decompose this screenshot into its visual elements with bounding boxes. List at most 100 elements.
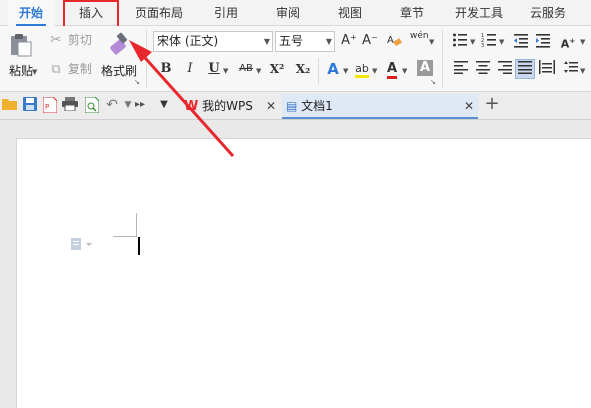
highlight-button[interactable]: ab <box>353 60 371 78</box>
paragraph-layout-icon[interactable] <box>71 237 97 251</box>
font-size-select[interactable]: 五号 ▼ <box>275 31 335 52</box>
document-area <box>0 120 591 408</box>
tab-review[interactable]: 审阅 <box>262 0 314 26</box>
format-painter-label: 格式刷 <box>100 64 137 78</box>
tab-home[interactable]: 开始 <box>8 0 54 26</box>
line-spacing-button[interactable] <box>562 60 580 78</box>
format-painter-icon <box>110 32 128 55</box>
svg-text:P: P <box>45 103 49 111</box>
tab-cloud-services[interactable]: 云服务 <box>520 0 576 26</box>
subscript-button[interactable]: X₂ <box>294 60 312 78</box>
tab-references[interactable]: 引用 <box>200 0 252 26</box>
cut-button[interactable]: ✂ 剪切 <box>48 30 98 50</box>
margin-corner-mark <box>113 213 137 237</box>
align-right-icon <box>498 61 512 74</box>
numbered-list-icon: 123 <box>481 33 496 49</box>
tab-my-wps-label: 我的WPS <box>202 99 253 113</box>
phonetic-guide-button[interactable]: wén <box>410 31 429 49</box>
export-pdf-icon[interactable]: P <box>42 96 58 114</box>
phonetic-guide-glyph: wén <box>410 31 429 41</box>
align-right-button[interactable] <box>496 60 514 78</box>
chevron-down-icon: ▼ <box>263 37 270 46</box>
clear-format-button[interactable]: A <box>385 32 403 50</box>
decrease-indent-button[interactable] <box>512 32 530 50</box>
justify-button[interactable] <box>515 59 535 79</box>
numbered-list-button[interactable]: 123 <box>480 32 498 50</box>
ribbon-separator <box>442 30 443 88</box>
font-dialog-launcher-icon[interactable]: ↘ <box>430 78 436 86</box>
print-icon[interactable] <box>62 97 78 113</box>
close-icon[interactable]: ✕ <box>464 94 474 118</box>
copy-icon: ⧉ <box>51 62 61 77</box>
line-spacing-dropdown-icon[interactable]: ▼ <box>580 67 585 75</box>
tab-document-1-label: 文档1 <box>301 99 333 113</box>
tab-document-1[interactable]: ▤ 文档1 ✕ <box>282 94 478 119</box>
numbered-list-dropdown-icon[interactable]: ▼ <box>499 38 504 46</box>
copy-button[interactable]: ⧉ 复制 <box>48 59 98 79</box>
new-tab-button[interactable]: + <box>484 95 500 113</box>
close-icon[interactable]: ✕ <box>266 94 276 118</box>
clipboard-dialog-launcher-icon[interactable]: ↘ <box>134 78 140 86</box>
tab-view[interactable]: 视图 <box>324 0 376 26</box>
distributed-align-button[interactable] <box>538 60 556 78</box>
bullet-list-icon <box>453 33 467 47</box>
tab-chapter[interactable]: 章节 <box>386 0 438 26</box>
copy-label: 复制 <box>67 62 92 76</box>
phonetic-dropdown-icon[interactable]: ▼ <box>429 38 434 46</box>
tab-page-layout[interactable]: 页面布局 <box>128 0 190 26</box>
ribbon-toolbar: 粘贴 ▼ ✂ 剪切 ⧉ 复制 格式刷 ↘ 宋体 (正文) ▼ 五号 ▼ A⁺ A… <box>0 26 591 92</box>
text-direction-button[interactable]: A+ <box>559 32 577 51</box>
shrink-font-button[interactable]: A⁻ <box>361 32 379 50</box>
font-name-select[interactable]: 宋体 (正文) ▼ <box>153 31 273 52</box>
more-commands-icon[interactable]: ▸▸ <box>132 97 148 113</box>
document-icon: ▤ <box>286 99 298 113</box>
svg-text:A: A <box>387 35 394 46</box>
strikethrough-dropdown-icon[interactable]: ▼ <box>256 67 261 75</box>
highlight-glyph: ab <box>355 62 369 78</box>
superscript-button[interactable]: X² <box>268 60 286 78</box>
svg-text:3: 3 <box>481 43 484 48</box>
font-name-value: 宋体 (正文) <box>157 34 219 48</box>
grow-font-button[interactable]: A⁺ <box>340 32 358 50</box>
strikethrough-button[interactable]: AB <box>235 60 257 78</box>
scissors-icon: ✂ <box>50 32 62 48</box>
tab-my-wps[interactable]: W 我的WPS ✕ <box>180 94 280 119</box>
customize-dropdown-icon[interactable]: ▼ <box>156 97 172 113</box>
underline-dropdown-icon[interactable]: ▼ <box>223 67 228 75</box>
open-folder-icon[interactable] <box>2 97 18 113</box>
character-shading-button[interactable]: A <box>417 60 433 76</box>
text-effect-dropdown-icon[interactable]: ▼ <box>343 67 348 75</box>
text-effect-button[interactable]: A <box>324 60 342 78</box>
clipboard-icon <box>11 34 32 57</box>
highlight-dropdown-icon[interactable]: ▼ <box>372 67 377 75</box>
line-spacing-icon <box>564 61 578 73</box>
font-color-button[interactable]: A <box>383 60 401 79</box>
wps-logo-icon: W <box>184 99 199 114</box>
save-icon[interactable] <box>22 97 38 113</box>
paste-dropdown-icon[interactable]: ▼ <box>32 68 37 76</box>
decrease-indent-icon <box>514 34 528 48</box>
eraser-icon: A <box>387 35 402 47</box>
undo-icon[interactable]: ↶ <box>104 97 120 113</box>
increase-indent-icon <box>536 34 550 48</box>
bullet-list-button[interactable] <box>451 32 469 50</box>
text-cursor <box>138 237 140 255</box>
align-center-button[interactable] <box>474 60 492 78</box>
italic-button[interactable]: I <box>181 60 199 78</box>
tab-developer-tools[interactable]: 开发工具 <box>446 0 512 26</box>
increase-indent-button[interactable] <box>534 32 552 50</box>
font-color-dropdown-icon[interactable]: ▼ <box>402 67 407 75</box>
bullet-list-dropdown-icon[interactable]: ▼ <box>470 38 475 46</box>
paste-button[interactable]: 粘贴 <box>4 28 38 88</box>
quick-access-bar: P ↶ ▼ ▸▸ ▼ W 我的WPS ✕ ▤ 文档1 ✕ + <box>0 92 591 120</box>
underline-button[interactable]: U <box>205 60 223 78</box>
text-direction-dropdown-icon[interactable]: ▼ <box>580 38 585 46</box>
chevron-down-icon: ▼ <box>325 37 332 46</box>
justify-icon <box>518 61 532 74</box>
print-preview-icon[interactable] <box>84 96 100 114</box>
font-size-value: 五号 <box>279 34 304 48</box>
bold-button[interactable]: B <box>157 60 175 78</box>
ribbon-separator <box>318 58 319 84</box>
document-page[interactable] <box>16 138 591 408</box>
align-left-button[interactable] <box>452 60 470 78</box>
